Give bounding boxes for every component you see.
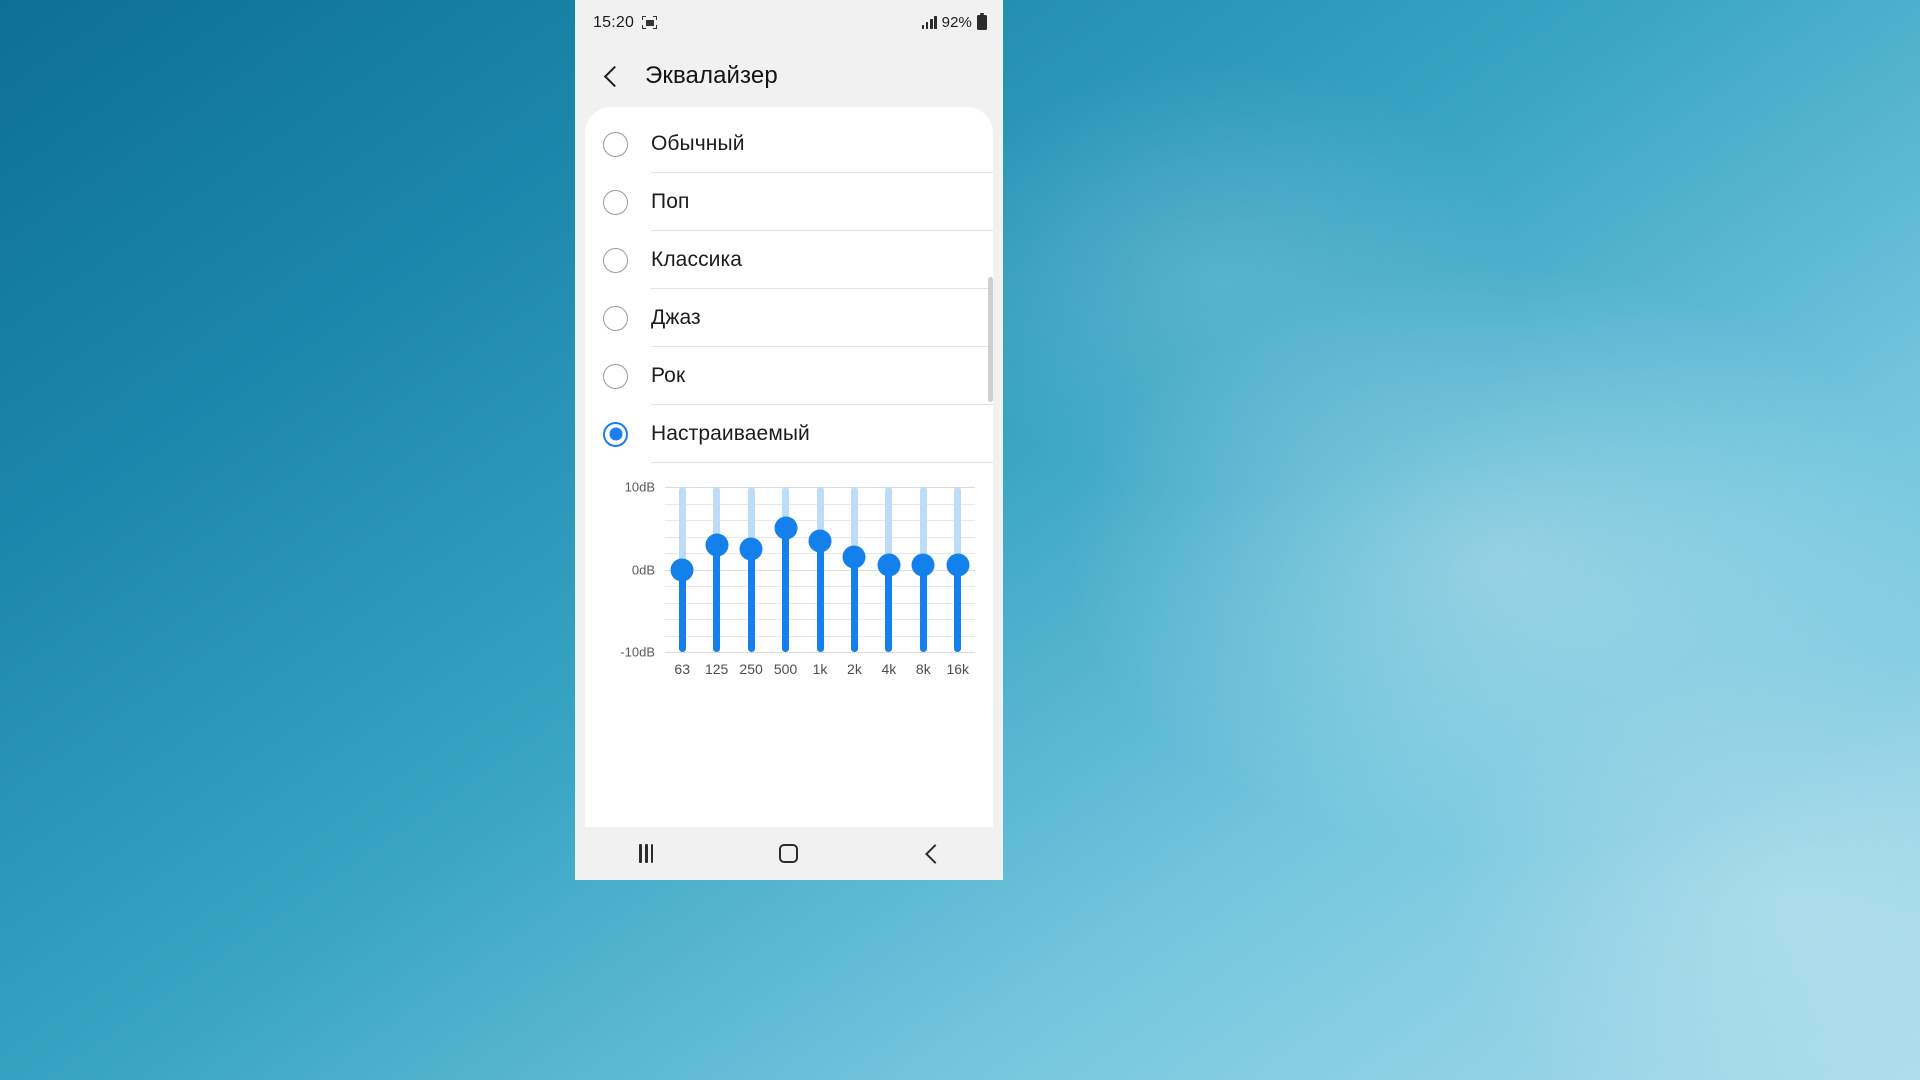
back-chevron-icon[interactable] [601,65,623,87]
equalizer-slider-250[interactable] [739,487,763,652]
gridline [665,652,975,653]
signal-bars-icon [921,16,937,29]
slider-thumb[interactable] [739,537,763,561]
battery-percent-label: 92% [941,14,972,31]
preset-row-body: Рок [651,347,993,405]
preset-row-obychnyy[interactable]: Обычный [585,115,993,173]
preset-label: Поп [651,189,690,213]
phone-screen: 15:20 92% Эквалайзер Обычный Поп Классик… [575,0,1003,880]
status-bar-left: 15:20 [593,13,658,32]
slider-fill [678,569,686,652]
status-time: 15:20 [593,13,635,31]
preset-label: Настраиваемый [651,421,810,445]
preset-label: Классика [651,247,743,271]
radio-icon-selected[interactable] [603,421,628,447]
equalizer-chart: 10dB 0dB -10dB 63 125 250 500 1k 2k 4k 8k 16k [585,475,993,695]
radio-icon[interactable] [603,247,628,273]
y-axis-tick-label: 10dB [624,479,655,495]
slider-fill [885,565,893,652]
preset-label: Джаз [651,305,701,329]
equalizer-slider-2k[interactable] [842,487,866,652]
equalizer-slider-63[interactable] [670,487,694,652]
status-bar: 15:20 92% [575,0,1003,45]
x-axis-tick-label: 2k [847,661,862,677]
equalizer-slider-500[interactable] [774,487,798,652]
nav-back-icon[interactable] [897,827,967,880]
radio-icon[interactable] [603,363,628,389]
x-axis-tick-label: 125 [704,661,729,677]
home-icon[interactable] [754,827,824,880]
slider-thumb[interactable] [877,553,901,577]
content-card: Обычный Поп Классика Джаз Рок Настраивае… [585,107,993,834]
slider-thumb[interactable] [911,553,935,577]
equalizer-slider-1k[interactable] [808,487,832,652]
slider-thumb[interactable] [705,533,729,557]
battery-full-icon [977,12,987,30]
y-axis-tick-label: -10dB [620,644,655,660]
preset-row-body: Джаз [651,289,993,347]
system-nav-bar [575,827,1003,880]
x-axis-tick-label: 4k [881,661,897,677]
slider-fill [782,528,790,652]
preset-row-body: Классика [651,231,993,289]
preset-row-body: Настраиваемый [651,405,993,463]
equalizer-slider-16k[interactable] [946,487,970,652]
x-axis-tick-label: 63 [674,661,691,677]
equalizer-slider-125[interactable] [705,487,729,652]
preset-label: Обычный [651,131,745,155]
x-axis-tick-label: 8k [915,661,931,677]
slider-thumb[interactable] [670,558,694,581]
preset-row-body: Обычный [651,115,993,173]
recents-icon[interactable] [611,827,681,880]
slider-fill [816,540,824,652]
equalizer-slider-4k[interactable] [877,487,901,652]
slider-fill [954,565,962,652]
slider-fill [713,544,721,652]
preset-label: Рок [651,363,686,387]
equalizer-slider-8k[interactable] [911,487,935,652]
preset-row-custom[interactable]: Настраиваемый [585,405,993,463]
slider-thumb[interactable] [842,545,866,569]
x-axis-tick-label: 1k [812,661,828,677]
slider-fill [919,565,927,652]
status-bar-right: 92% [921,12,987,31]
app-header: Эквалайзер [575,45,1003,107]
scrollbar[interactable] [988,277,993,402]
slider-fill [747,548,755,652]
radio-icon[interactable] [603,189,628,215]
preset-list: Обычный Поп Классика Джаз Рок Настраивае… [585,107,993,463]
preset-row-body: Поп [651,173,993,231]
radio-icon[interactable] [603,131,628,157]
preset-row-jazz[interactable]: Джаз [585,289,993,347]
slider-fill [850,557,858,652]
x-axis-tick-label: 250 [739,661,763,677]
x-axis-tick-label: 500 [773,661,798,677]
equalizer-plot-area [665,487,975,653]
screenshot-capture-icon [642,16,658,29]
x-axis-tick-label: 16k [946,661,970,677]
preset-row-classic[interactable]: Классика [585,231,993,289]
y-axis-tick-label: 0dB [631,562,655,577]
equalizer-x-axis: 63 125 250 500 1k 2k 4k 8k 16k [665,661,975,685]
preset-row-rock[interactable]: Рок [585,347,993,405]
radio-icon[interactable] [603,305,628,331]
slider-thumb[interactable] [946,553,970,577]
page-title: Эквалайзер [645,62,778,89]
slider-thumb[interactable] [774,516,798,540]
slider-thumb[interactable] [808,529,832,553]
preset-row-pop[interactable]: Поп [585,173,993,231]
equalizer-y-axis: 10dB 0dB -10dB [585,480,655,660]
